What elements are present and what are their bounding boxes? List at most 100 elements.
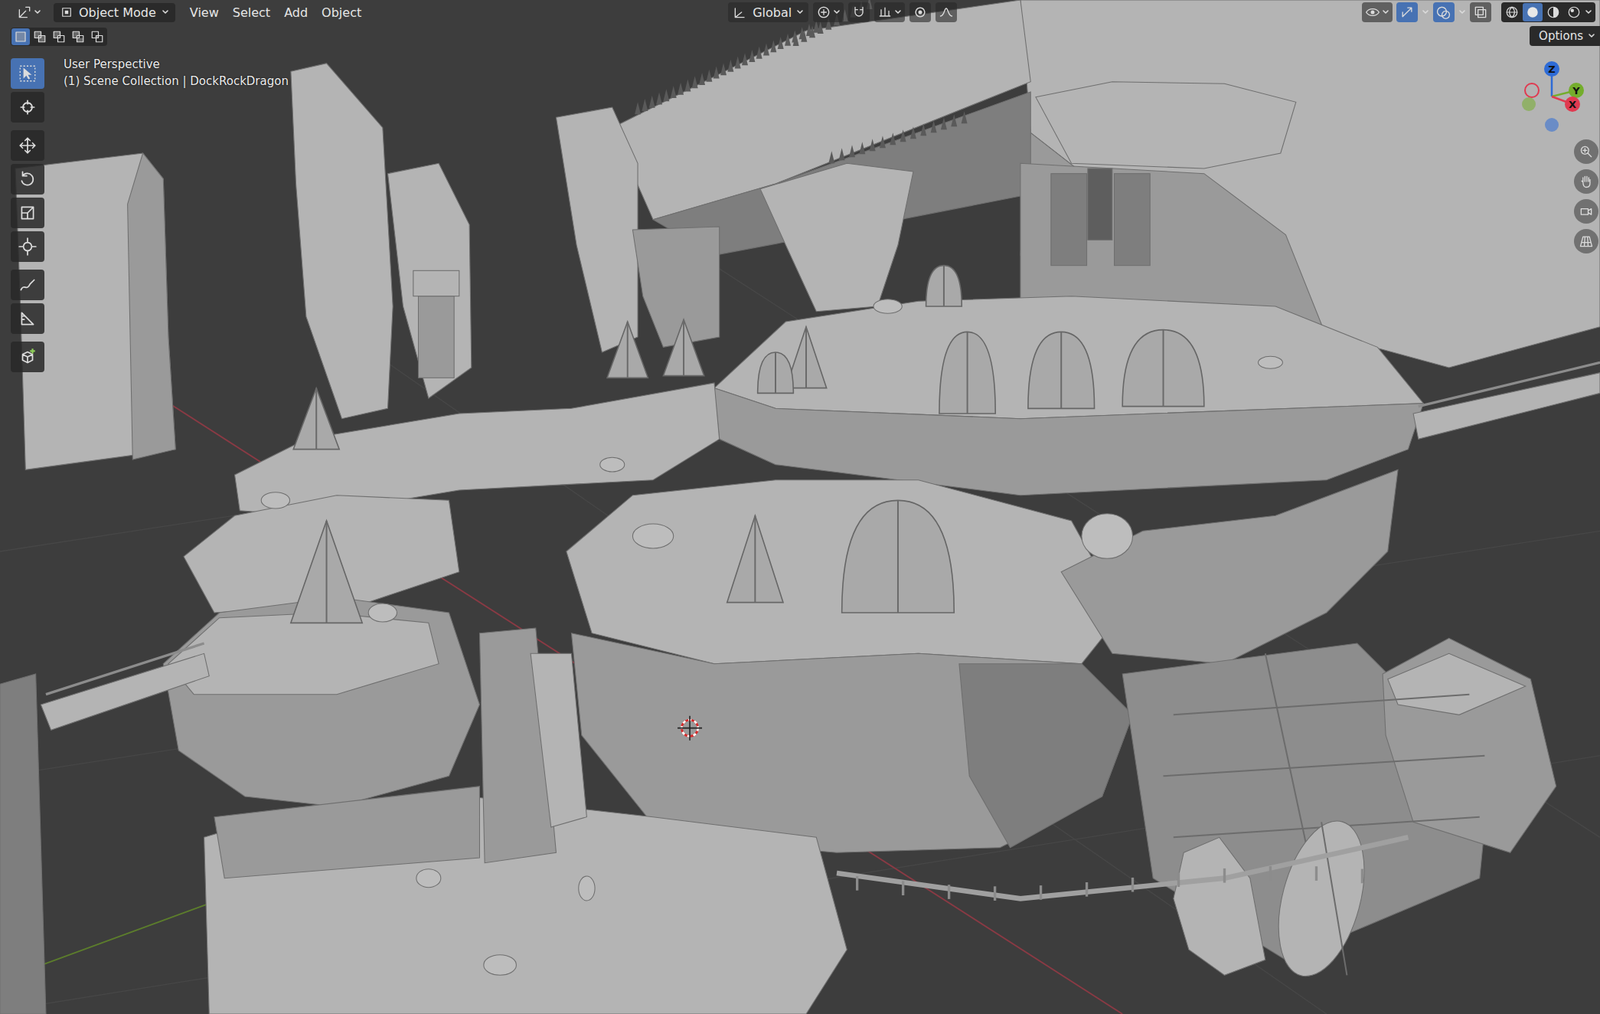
snap-toggle[interactable] bbox=[848, 2, 870, 23]
snap-target-dropdown[interactable] bbox=[874, 2, 905, 23]
rock-face bbox=[760, 163, 914, 311]
menu-item[interactable]: Add bbox=[277, 3, 315, 23]
tool-button[interactable] bbox=[10, 130, 45, 161]
navigation-gizmo[interactable]: ZYX bbox=[1509, 53, 1594, 138]
tree bbox=[848, 144, 856, 157]
axis-handle[interactable] bbox=[1564, 96, 1581, 112]
chevron-down-icon[interactable] bbox=[1421, 8, 1430, 17]
shading-button[interactable] bbox=[1543, 3, 1564, 22]
neg-y-axis[interactable] bbox=[1521, 97, 1536, 112]
select-mode-button[interactable] bbox=[88, 28, 107, 46]
tree bbox=[692, 75, 699, 89]
options-label: Options bbox=[1538, 29, 1584, 43]
bridge-rail bbox=[1418, 362, 1600, 406]
tool-button[interactable] bbox=[10, 303, 45, 334]
hut-beam bbox=[805, 326, 807, 389]
options-dropdown[interactable]: Options bbox=[1529, 26, 1600, 46]
axis-handle[interactable] bbox=[1568, 82, 1584, 98]
rock-face bbox=[555, 107, 638, 353]
hut-beam bbox=[326, 520, 328, 623]
pivot-icon bbox=[816, 4, 832, 20]
orientation-dropdown[interactable]: Global bbox=[728, 2, 809, 23]
chevron-down-icon[interactable] bbox=[1584, 8, 1593, 17]
projection-toggle[interactable] bbox=[1573, 228, 1599, 254]
tool-button[interactable] bbox=[10, 197, 45, 229]
tree bbox=[741, 52, 748, 66]
magnet-icon bbox=[851, 4, 867, 20]
falloff-dropdown[interactable] bbox=[935, 2, 957, 23]
wireframe-sphere-icon bbox=[1505, 5, 1519, 20]
gizmo-arrows-icon bbox=[1399, 4, 1415, 20]
zoom-button[interactable] bbox=[1573, 139, 1599, 164]
select-mode-button[interactable] bbox=[11, 28, 30, 46]
proportional-editing-toggle[interactable] bbox=[909, 2, 931, 23]
menu-item[interactable]: View bbox=[182, 3, 226, 23]
shading-button[interactable] bbox=[1502, 3, 1522, 22]
select-mode-icon bbox=[32, 29, 47, 44]
select-mode-button[interactable] bbox=[30, 28, 49, 46]
boulder bbox=[1081, 513, 1134, 559]
tree bbox=[713, 65, 720, 79]
post bbox=[1223, 868, 1226, 883]
overlays-icon bbox=[1436, 4, 1452, 20]
tree bbox=[784, 33, 791, 46]
tree bbox=[705, 69, 712, 82]
boulder bbox=[873, 299, 902, 314]
hut-beam bbox=[774, 352, 777, 393]
hut-beam bbox=[1162, 329, 1165, 407]
tree bbox=[684, 78, 691, 92]
neg-x-axis[interactable] bbox=[1524, 83, 1539, 98]
shading-button[interactable] bbox=[1522, 3, 1543, 22]
3d-cursor-icon[interactable] bbox=[677, 715, 703, 741]
gizmos-toggle[interactable] bbox=[1396, 2, 1418, 23]
object-mode-icon bbox=[59, 5, 74, 20]
view-name: User Perspective bbox=[63, 55, 289, 73]
chevron-down-icon bbox=[161, 8, 170, 17]
select-mode-bar bbox=[10, 27, 108, 46]
chevron-down-icon bbox=[894, 8, 902, 17]
select-mode-icon bbox=[71, 29, 85, 44]
viewport-scene[interactable] bbox=[0, 0, 1600, 1014]
tool-button[interactable] bbox=[10, 163, 45, 195]
rock-face bbox=[530, 653, 587, 827]
camera-view-button[interactable] bbox=[1573, 199, 1599, 224]
boat bbox=[1263, 811, 1380, 986]
pan-button[interactable] bbox=[1573, 169, 1599, 194]
hand-icon bbox=[1578, 173, 1594, 190]
post bbox=[855, 875, 859, 891]
overlays-toggle[interactable] bbox=[1433, 2, 1455, 23]
menu-item[interactable]: Select bbox=[225, 3, 278, 23]
chevron-down-icon[interactable] bbox=[1458, 8, 1467, 17]
tool-button[interactable] bbox=[10, 58, 45, 89]
rock-face bbox=[632, 226, 719, 347]
tree bbox=[879, 135, 886, 148]
rock-face bbox=[163, 597, 480, 807]
select-mode-button[interactable] bbox=[68, 28, 88, 46]
scale-icon bbox=[17, 202, 38, 223]
hut bbox=[293, 388, 340, 450]
select-mode-button[interactable] bbox=[49, 28, 69, 46]
editor-type-button[interactable] bbox=[13, 3, 45, 22]
tree bbox=[662, 88, 670, 102]
hut-beam bbox=[754, 515, 756, 602]
mode-dropdown[interactable]: Object Mode bbox=[53, 3, 176, 23]
post bbox=[1131, 877, 1134, 892]
tool-button[interactable] bbox=[10, 91, 45, 123]
post bbox=[947, 884, 951, 899]
tool-button[interactable] bbox=[10, 341, 45, 373]
tree bbox=[839, 147, 846, 160]
rock-face bbox=[388, 163, 472, 399]
tool-button[interactable] bbox=[10, 231, 45, 262]
axis-handle[interactable] bbox=[1544, 61, 1560, 77]
statue bbox=[1114, 173, 1151, 266]
tool-button[interactable] bbox=[10, 269, 45, 301]
visibility-dropdown[interactable] bbox=[1361, 2, 1393, 23]
chevron-down-icon bbox=[796, 8, 804, 17]
boulder bbox=[416, 868, 441, 888]
pivot-dropdown[interactable] bbox=[813, 2, 844, 23]
tree bbox=[889, 132, 896, 145]
shading-button[interactable] bbox=[1564, 3, 1584, 22]
xray-toggle[interactable] bbox=[1469, 2, 1492, 23]
menu-item[interactable]: Object bbox=[314, 3, 369, 23]
neg-z-axis[interactable] bbox=[1544, 117, 1559, 132]
